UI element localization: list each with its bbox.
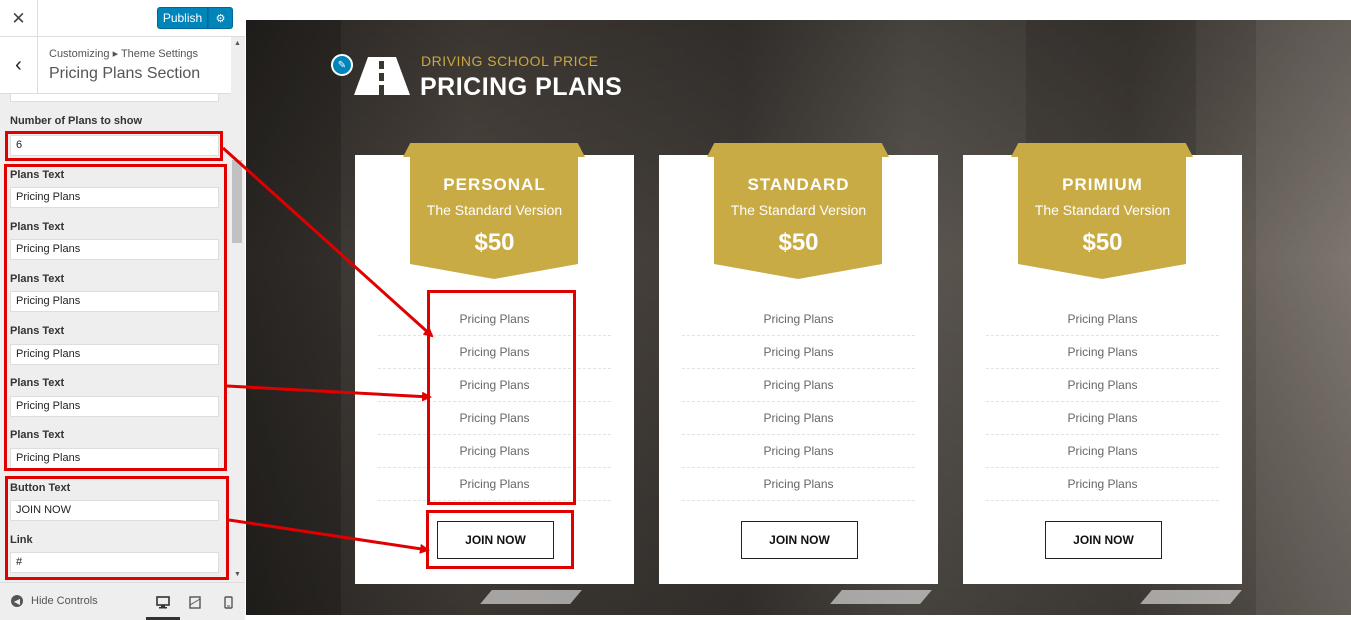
hero-background: ✎ DRIVING SCHOOL PRICE PRICING PLANS PER… <box>246 20 1351 615</box>
mobile-preview-icon[interactable] <box>219 593 237 611</box>
join-now-button[interactable]: JOIN NOW <box>741 521 858 559</box>
crosswalk-stripe <box>480 590 582 604</box>
section-title: PRICING PLANS <box>420 73 623 101</box>
pricing-card: PRIMIUM The Standard Version $50 Pricing… <box>963 143 1242 584</box>
section-subtitle: DRIVING SCHOOL PRICE <box>421 53 599 69</box>
plan-feature: Pricing Plans <box>682 468 915 501</box>
customizer-footer: ◀ Hide Controls <box>0 582 245 620</box>
annotation-box-join-button <box>426 510 574 569</box>
publish-button[interactable]: Publish <box>157 7 208 29</box>
hide-controls-label: Hide Controls <box>31 595 98 607</box>
plan-version: The Standard Version <box>1034 202 1171 218</box>
plan-version: The Standard Version <box>730 202 867 218</box>
annotation-box-button-link <box>5 476 229 580</box>
scrollbar-thumb[interactable] <box>232 160 242 243</box>
gear-icon[interactable]: ⚙ <box>208 7 233 29</box>
panel-title: Pricing Plans Section <box>49 65 201 82</box>
breadcrumb: Customizing ▸ Theme Settings <box>49 48 198 60</box>
panel-header: ‹ Customizing ▸ Theme Settings Pricing P… <box>0 37 231 94</box>
building-shade <box>246 20 341 615</box>
annotation-box-plan-texts <box>4 164 227 471</box>
chevron-left-icon[interactable]: ‹ <box>0 37 38 94</box>
scroll-up-icon[interactable]: ▲ <box>234 40 241 47</box>
building-shade <box>1256 20 1351 615</box>
plan-price: $50 <box>474 229 515 256</box>
collapse-icon: ◀ <box>11 595 23 607</box>
plan-name: PERSONAL <box>443 175 546 194</box>
plan-feature: Pricing Plans <box>682 369 915 402</box>
plans-count-label: Number of Plans to show <box>10 115 143 127</box>
tablet-preview-icon[interactable] <box>186 593 204 611</box>
plan-feature: Pricing Plans <box>986 369 1219 402</box>
controls-scrollbar[interactable] <box>231 37 245 582</box>
annotation-box-plans-count <box>5 131 223 161</box>
plan-feature: Pricing Plans <box>682 435 915 468</box>
plan-feature: Pricing Plans <box>682 303 915 336</box>
site-preview: ✎ DRIVING SCHOOL PRICE PRICING PLANS PER… <box>246 0 1351 620</box>
plan-price: $50 <box>778 229 819 256</box>
crosswalk-stripe <box>1140 590 1242 604</box>
plan-feature: Pricing Plans <box>986 303 1219 336</box>
close-icon[interactable]: ✕ <box>0 0 38 37</box>
plan-price: $50 <box>1082 229 1123 256</box>
customizer-topbar: ✕ Publish ⚙ <box>0 0 245 37</box>
crosswalk-stripe <box>830 590 932 604</box>
partial-input[interactable] <box>10 94 219 102</box>
road-icon <box>354 57 410 100</box>
plan-feature: Pricing Plans <box>682 402 915 435</box>
plan-version: The Standard Version <box>426 202 563 218</box>
pricing-card: STANDARD The Standard Version $50 Pricin… <box>659 143 938 584</box>
plan-feature: Pricing Plans <box>986 468 1219 501</box>
plan-feature: Pricing Plans <box>682 336 915 369</box>
desktop-preview-icon[interactable] <box>154 593 172 611</box>
plan-name: PRIMIUM <box>1062 175 1143 194</box>
hide-controls-button[interactable]: ◀ Hide Controls <box>11 595 98 607</box>
plan-feature: Pricing Plans <box>986 336 1219 369</box>
scroll-down-icon[interactable]: ▼ <box>234 571 241 578</box>
join-now-button[interactable]: JOIN NOW <box>1045 521 1162 559</box>
annotation-box-features <box>427 290 576 505</box>
plan-feature: Pricing Plans <box>986 402 1219 435</box>
plan-name: STANDARD <box>747 175 850 194</box>
pencil-icon[interactable]: ✎ <box>331 54 353 76</box>
plan-feature: Pricing Plans <box>986 435 1219 468</box>
